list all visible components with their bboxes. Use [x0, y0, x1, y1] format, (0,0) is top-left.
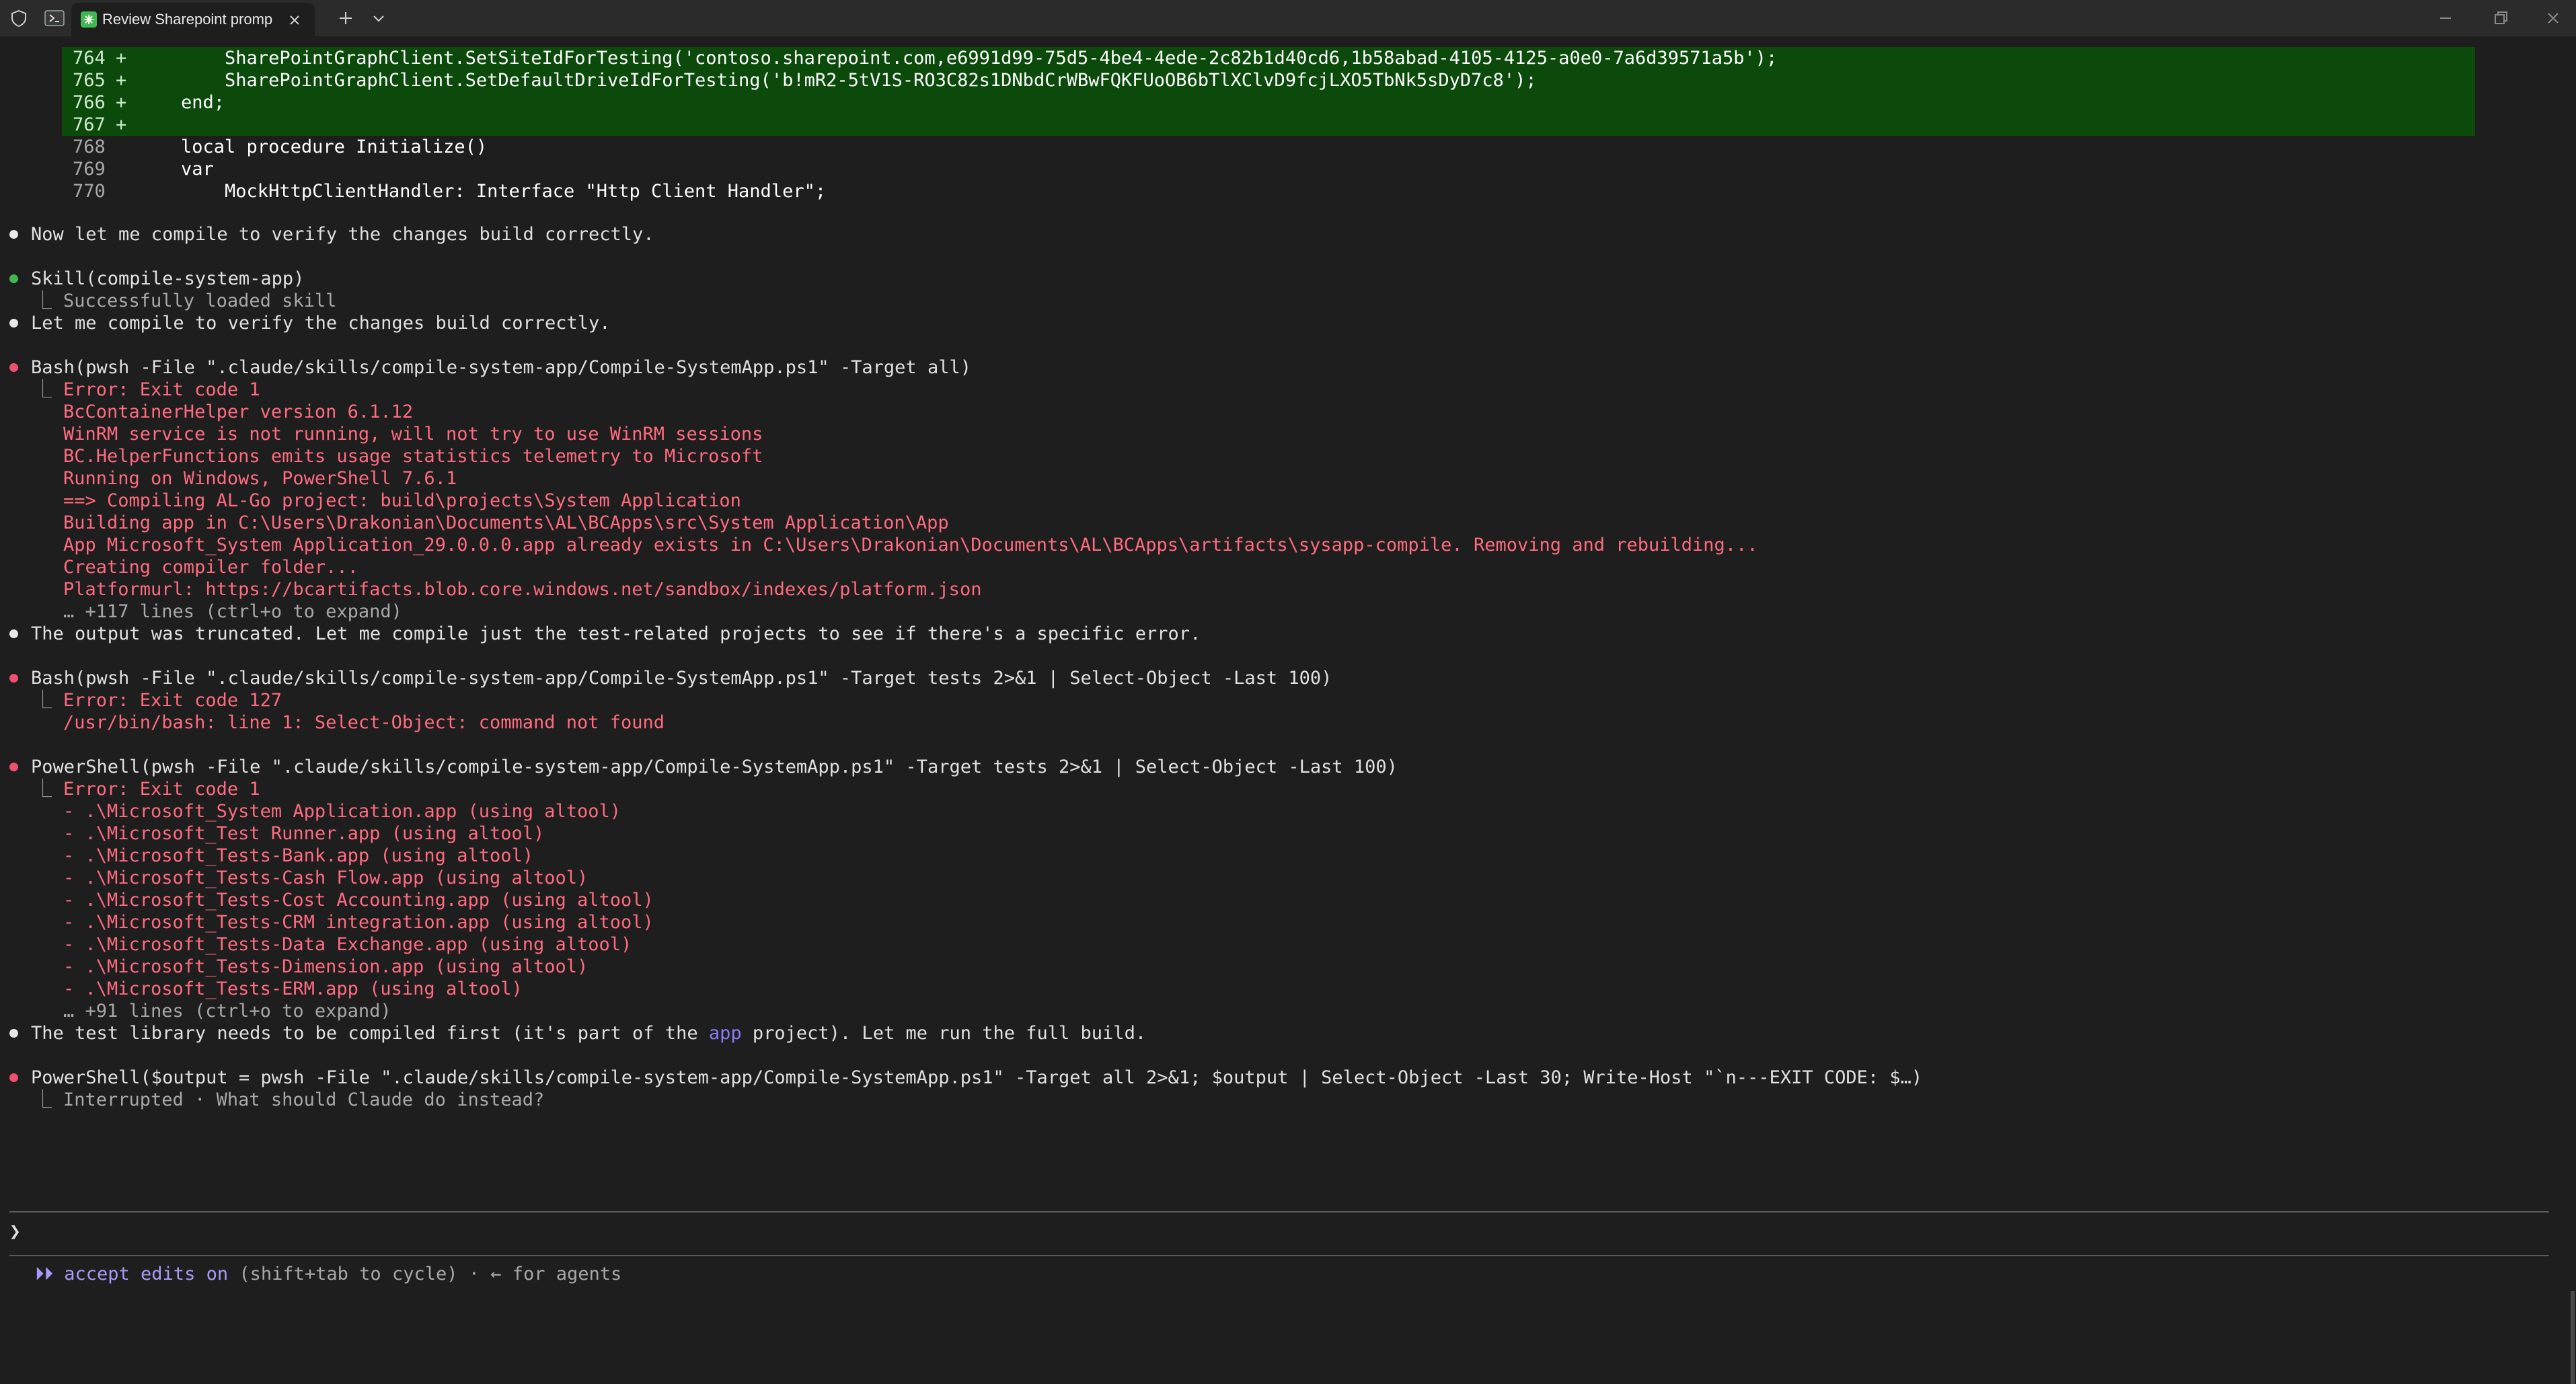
message-bullet	[9, 319, 18, 328]
diff-marker: +	[116, 114, 127, 135]
new-tab-icon[interactable]	[336, 9, 355, 28]
assistant-message: Now let me compile to verify the changes…	[31, 224, 654, 245]
result-elbow: ⎿	[34, 690, 52, 711]
shield-icon[interactable]	[9, 9, 28, 28]
tool-call-powershell: PowerShell(pwsh -File ".claude/skills/co…	[31, 757, 1398, 777]
output-line: - .\Microsoft_Test Runner.app (using alt…	[63, 823, 545, 844]
line-number: 766	[73, 92, 106, 113]
context-code: MockHttpClientHandler: Interface "Http C…	[137, 181, 827, 202]
tool-call-powershell: PowerShell($output = pwsh -File ".claude…	[31, 1067, 1923, 1088]
mode-label: accept edits on	[64, 1264, 229, 1284]
context-code: local procedure Initialize()	[137, 137, 488, 157]
highlighted-term: app	[708, 1023, 742, 1044]
result-elbow: ⎿	[34, 291, 52, 311]
assistant-message: The test library needs to be compiled fi…	[31, 1022, 1146, 1044]
diff-marker: +	[116, 48, 127, 69]
scrollbar-thumb[interactable]	[2571, 1291, 2575, 1384]
output-line: - .\Microsoft_Tests-CRM integration.app …	[63, 912, 654, 933]
message-bullet	[9, 1029, 18, 1038]
output-line: BC.HelperFunctions emits usage statistic…	[63, 446, 763, 467]
tool-call-skill: Skill(compile-system-app)	[31, 268, 305, 289]
terminal-output[interactable]: 764 + SharePointGraphClient.SetSiteIdFor…	[0, 36, 2576, 1384]
terminal-profile-icon[interactable]	[44, 9, 65, 27]
line-number: 765	[73, 70, 106, 91]
assistant-message: Let me compile to verify the changes bui…	[31, 313, 611, 334]
output-line: BcContainerHelper version 6.1.12	[63, 401, 414, 422]
tab-title: Review Sharepoint promp	[102, 11, 273, 28]
output-line: Running on Windows, PowerShell 7.6.1	[63, 468, 457, 489]
close-window-icon[interactable]	[2544, 9, 2563, 28]
mode-hint: (shift+tab to cycle) · ← for agents	[228, 1264, 622, 1284]
claude-tab-icon	[81, 11, 97, 28]
input-bottom-border	[9, 1255, 2549, 1256]
output-line: ==> Compiling AL-Go project: build\proje…	[63, 490, 741, 511]
error-bullet	[9, 1073, 18, 1082]
error-bullet	[9, 674, 18, 683]
tool-call-bash: Bash(pwsh -File ".claude/skills/compile-…	[31, 357, 971, 378]
expand-hint[interactable]: … +91 lines (ctrl+o to expand)	[63, 1000, 391, 1022]
output-line: App Microsoft_System Application_29.0.0.…	[63, 535, 1758, 555]
output-line: Error: Exit code 1	[63, 379, 260, 400]
output-line: Creating compiler folder...	[63, 557, 358, 578]
mode-status[interactable]: ⏵⏵ accept edits on (shift+tab to cycle) …	[35, 1263, 621, 1285]
diff-code: SharePointGraphClient.SetSiteIdForTestin…	[137, 48, 1778, 69]
message-text: The test library needs to be compiled fi…	[31, 1023, 709, 1044]
output-line: - .\Microsoft_Tests-Cash Flow.app (using…	[63, 868, 589, 888]
chevron-down-icon[interactable]	[370, 10, 387, 26]
context-code: var	[137, 159, 214, 180]
output-line: /usr/bin/bash: line 1: Select-Object: co…	[63, 712, 665, 733]
output-line: - .\Microsoft_Tests-Data Exchange.app (u…	[63, 934, 632, 955]
result-elbow: ⎿	[34, 779, 52, 800]
result-elbow: ⎿	[34, 379, 52, 400]
diff-code: SharePointGraphClient.SetDefaultDriveIdF…	[137, 70, 1537, 91]
result-elbow: ⎿	[34, 1089, 52, 1110]
output-line: - .\Microsoft_System Application.app (us…	[63, 801, 621, 822]
diff-marker: +	[116, 92, 127, 113]
interrupted-notice: Interrupted · What should Claude do inst…	[63, 1089, 545, 1110]
error-bullet	[9, 363, 18, 372]
output-line: WinRM service is not running, will not t…	[63, 424, 763, 445]
success-bullet	[9, 274, 18, 283]
line-number: 767	[73, 114, 106, 135]
tool-call-bash: Bash(pwsh -File ".claude/skills/compile-…	[31, 668, 1332, 689]
fast-forward-icon: ⏵⏵	[35, 1264, 53, 1284]
restore-icon[interactable]	[2491, 9, 2510, 28]
close-tab-icon[interactable]	[287, 12, 303, 28]
error-bullet	[9, 763, 18, 771]
tool-result: Successfully loaded skill	[63, 291, 337, 311]
input-top-border	[9, 1211, 2549, 1213]
line-number: 770	[73, 181, 106, 202]
line-number: 764	[73, 48, 106, 69]
minimize-icon[interactable]	[2436, 9, 2455, 28]
line-number: 768	[73, 137, 106, 157]
diff-marker: +	[116, 70, 127, 91]
output-line: Platformurl: https://bcartifacts.blob.co…	[63, 579, 982, 600]
diff-code: end;	[137, 92, 225, 113]
message-text: project). Let me run the full build.	[741, 1023, 1147, 1044]
message-bullet	[9, 230, 18, 239]
output-line: Error: Exit code 127	[63, 690, 282, 711]
expand-hint[interactable]: … +117 lines (ctrl+o to expand)	[63, 601, 402, 623]
output-line: - .\Microsoft_Tests-Bank.app (using alto…	[63, 845, 533, 866]
output-line: Error: Exit code 1	[63, 779, 260, 800]
output-line: - .\Microsoft_Tests-Dimension.app (using…	[63, 956, 589, 977]
message-bullet	[9, 629, 18, 638]
line-number: 769	[73, 159, 106, 180]
output-line: Building app in C:\Users\Drakonian\Docum…	[63, 512, 949, 533]
tab-review-sharepoint[interactable]: Review Sharepoint promp	[71, 3, 315, 36]
output-line: - .\Microsoft_Tests-ERM.app (using altoo…	[63, 978, 523, 999]
assistant-message: The output was truncated. Let me compile…	[31, 623, 1201, 644]
output-line: - .\Microsoft_Tests-Cost Accounting.app …	[63, 890, 654, 911]
prompt-chevron-icon: ❯	[9, 1220, 21, 1242]
title-bar: Review Sharepoint promp	[0, 0, 2576, 36]
